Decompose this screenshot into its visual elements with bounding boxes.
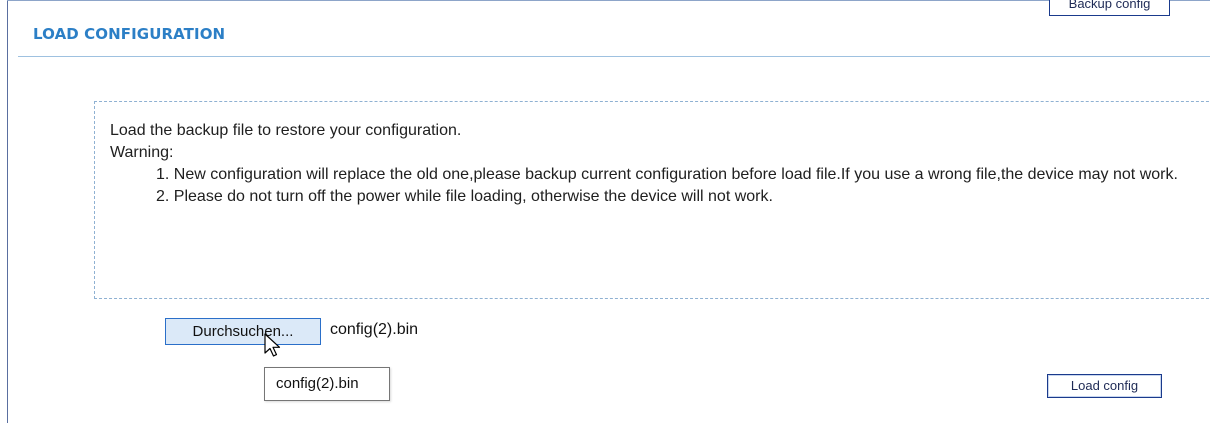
frame-left-border <box>7 0 8 423</box>
arrow-cursor-icon <box>264 333 281 357</box>
info-text: Load the backup file to restore your con… <box>110 120 1200 208</box>
browse-file-button[interactable]: Durchsuchen... <box>165 318 321 345</box>
file-tooltip: config(2).bin <box>264 367 390 401</box>
warning-label: Warning: <box>110 144 174 161</box>
page-title: LOAD CONFIGURATION <box>33 25 226 43</box>
info-intro: Load the backup file to restore your con… <box>110 122 462 139</box>
selected-file-name: config(2).bin <box>330 321 419 338</box>
warning-item-1: 1. New configuration will replace the ol… <box>156 166 1178 183</box>
backup-config-button[interactable]: Backup config <box>1049 0 1170 16</box>
load-config-button[interactable]: Load config <box>1047 374 1162 398</box>
title-divider <box>18 56 1210 57</box>
warning-item-2: 2. Please do not turn off the power whil… <box>156 188 773 205</box>
frame-top-border <box>7 0 1210 1</box>
